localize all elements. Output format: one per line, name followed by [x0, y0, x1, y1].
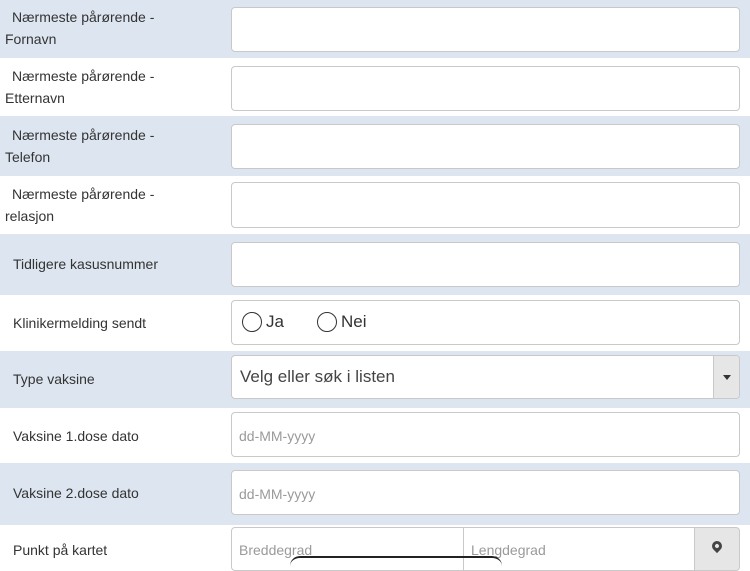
map-marker-icon	[709, 538, 725, 554]
punkt-label: Punkt på kartet	[13, 542, 108, 558]
etternavn-label: Nærmeste pårørende - Etternavn	[5, 68, 155, 106]
relasjon-input[interactable]	[231, 182, 740, 228]
scroll-indicator	[290, 556, 502, 568]
row-telefon: Nærmeste pårørende - Telefon	[0, 116, 750, 176]
fornavn-label: Nærmeste pårørende - Fornavn	[5, 9, 155, 47]
kasusnummer-input[interactable]	[231, 242, 740, 287]
row-relasjon: Nærmeste pårørende - relasjon	[0, 176, 750, 234]
dose1-label: Vaksine 1.dose dato	[13, 428, 139, 444]
radio-circle-icon[interactable]	[317, 312, 337, 332]
row-fornavn: Nærmeste pårørende - Fornavn	[0, 0, 750, 58]
radio-ja[interactable]: Ja	[242, 312, 284, 332]
klinikermelding-radio-group: Ja Nei	[231, 300, 740, 345]
map-picker-button[interactable]	[694, 527, 740, 571]
row-klinikermelding: Klinikermelding sendt Ja Nei	[0, 295, 750, 351]
row-type-vaksine: Type vaksine Velg eller søk i listen	[0, 351, 750, 408]
caret-down-icon	[723, 375, 731, 380]
type-vaksine-selected: Velg eller søk i listen	[240, 367, 395, 386]
type-vaksine-label: Type vaksine	[13, 371, 95, 387]
dose2-date-input[interactable]: dd-MM-yyyy	[231, 470, 740, 515]
row-etternavn: Nærmeste pårørende - Etternavn	[0, 58, 750, 116]
kasusnummer-label: Tidligere kasusnummer	[13, 256, 158, 272]
dose2-placeholder: dd-MM-yyyy	[239, 486, 316, 502]
telefon-input[interactable]	[231, 124, 740, 169]
fornavn-input[interactable]	[231, 7, 740, 52]
dose1-date-input[interactable]: dd-MM-yyyy	[231, 412, 740, 457]
klinikermelding-label: Klinikermelding sendt	[13, 315, 147, 331]
telefon-label: Nærmeste pårørende - Telefon	[5, 127, 155, 165]
dose1-placeholder: dd-MM-yyyy	[239, 428, 316, 444]
row-dose1: Vaksine 1.dose dato dd-MM-yyyy	[0, 408, 750, 463]
etternavn-input[interactable]	[231, 66, 740, 111]
dropdown-toggle[interactable]	[713, 356, 739, 398]
relasjon-label: Nærmeste pårørende - relasjon	[5, 186, 155, 224]
dose2-label: Vaksine 2.dose dato	[13, 485, 139, 501]
radio-nei[interactable]: Nei	[317, 312, 367, 332]
row-kasusnummer: Tidligere kasusnummer	[0, 234, 750, 295]
type-vaksine-select[interactable]: Velg eller søk i listen	[231, 355, 740, 399]
radio-circle-icon[interactable]	[242, 312, 262, 332]
row-dose2: Vaksine 2.dose dato dd-MM-yyyy	[0, 463, 750, 525]
